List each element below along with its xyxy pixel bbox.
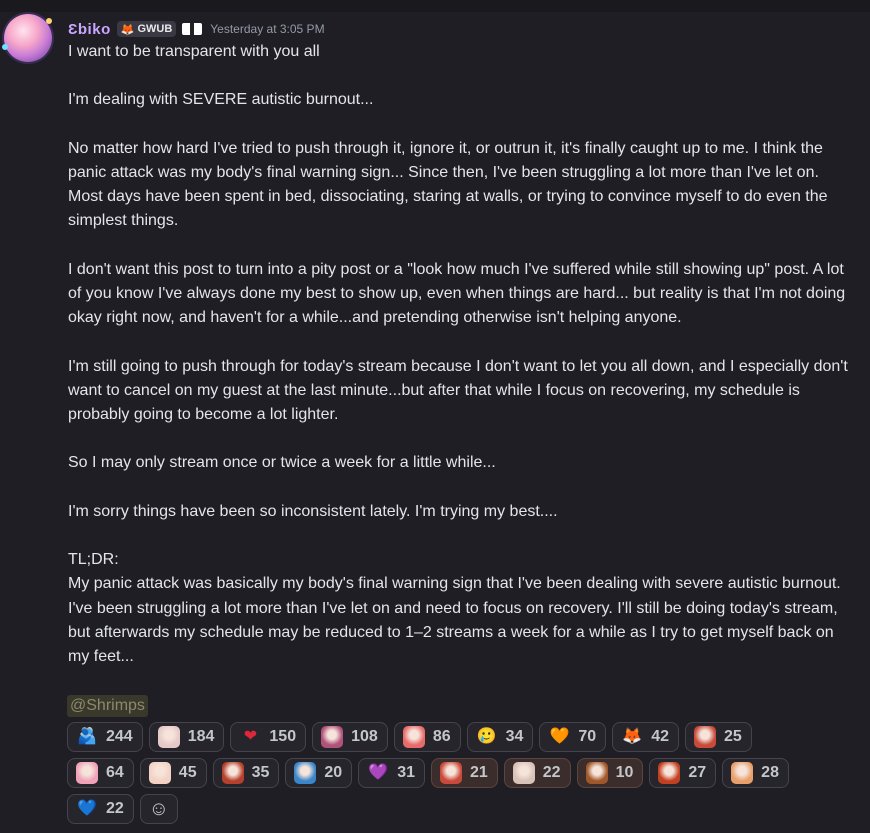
role-mention[interactable]: @Shrimps [67,695,148,717]
pink-character-emoji-icon [76,762,98,784]
reaction-button[interactable]: 45 [139,758,207,788]
reaction-button[interactable]: 25 [685,722,752,752]
crying-character-emoji-icon [694,726,716,748]
reaction-button[interactable]: 64 [67,758,134,788]
message-paragraph: I'm dealing with SEVERE autistic burnout… [68,91,374,109]
server-tag[interactable]: 🦊 GWUB [116,21,177,37]
reaction-count: 45 [178,764,197,781]
reaction-count: 28 [761,764,779,781]
reactions-row: 💙 22 ☺ [67,794,857,824]
reaction-button[interactable]: 21 [430,758,498,788]
reaction-count: 31 [397,764,415,781]
reaction-button[interactable]: 💙 22 [67,794,134,824]
add-reaction-icon: ☺ [148,798,169,820]
reactions-row: 🫂 244 184 ❤ 150 108 86 🥲 34 🧡 70 🦊 42 25 [67,722,857,752]
reaction-count: 27 [688,764,707,781]
reaction-count: 34 [505,728,524,745]
add-reaction-button[interactable]: ☺ [139,794,178,824]
reaction-count: 21 [469,764,488,781]
blue-heart-icon: 💙 [77,800,97,817]
reaction-button[interactable]: 22 [503,758,571,788]
reaction-button[interactable]: 🧡 70 [539,722,607,752]
message-header: Ɛbiko 🦊 GWUB Yesterday at 3:05 PM [68,20,325,38]
reaction-count: 35 [251,764,270,781]
reaction-button[interactable]: 💜 31 [358,758,425,788]
message-paragraph: I'm sorry things have been so inconsiste… [68,502,558,520]
message-paragraph: No matter how hard I've tried to push th… [68,139,828,230]
reaction-button[interactable]: 🦊 42 [612,722,679,752]
username[interactable]: Ɛbiko [68,21,111,38]
reaction-button[interactable]: 10 [576,758,644,788]
fox-emoji-icon: 🦊 [622,728,643,745]
top-bar [0,0,870,12]
message-paragraph: I want to be transparent with you all [68,43,320,60]
fox-icon: 🦊 [120,23,135,36]
reaction-button[interactable]: 184 [148,722,225,752]
sparkle-icon [2,44,8,50]
user-avatar[interactable] [2,14,52,62]
message-paragraph: I'm still going to push through for toda… [68,357,848,423]
hug-emoji-icon: 🫂 [77,728,97,745]
flag-badge-icon [182,23,203,35]
reaction-button[interactable]: 28 [722,758,789,788]
reaction-count: 184 [187,728,215,745]
reaction-button[interactable]: 108 [312,722,388,752]
orange-heart-icon: 🧡 [549,728,570,745]
reaction-count: 22 [106,800,124,817]
reaction-count: 22 [542,764,561,781]
message-paragraph: So I may only stream once or twice a wee… [68,454,496,472]
holding-back-tears-icon: 🥲 [476,728,497,745]
reaction-count: 70 [578,728,597,745]
heart-hug-emoji-icon [321,726,344,748]
reaction-count: 42 [651,728,669,745]
brown-character-emoji-icon [585,762,608,784]
reaction-button[interactable]: 86 [393,722,461,752]
message-paragraph: TL;DR: [68,551,119,569]
message-paragraph: I don't want this post to turn into a pi… [68,260,846,327]
anime-girl-emoji-icon [157,726,180,748]
reaction-count: 86 [432,728,451,745]
cup-emoji-icon [221,762,244,784]
reaction-count: 25 [724,728,742,745]
reactions-row: 64 45 35 20 💜 31 21 22 10 27 28 [67,758,857,788]
reactions-bar: 🫂 244 184 ❤ 150 108 86 🥲 34 🧡 70 🦊 42 25 64 45 35 20 💜 31 2… [67,722,857,830]
server-tag-text: GWUB [137,23,173,35]
cat-sad-emoji-icon [731,762,754,784]
sunrise-card-emoji-icon [294,762,317,784]
reaction-count: 150 [269,728,297,745]
reaction-button[interactable]: ❤ 150 [230,722,307,752]
reaction-count: 20 [324,764,343,781]
reaction-count: 10 [615,764,634,781]
timestamp[interactable]: Yesterday at 3:05 PM [210,22,324,36]
character-sticker-emoji-icon [512,762,535,784]
reaction-button[interactable]: 20 [285,758,353,788]
purple-heart-icon: 💜 [368,764,389,781]
cat-face-emoji-icon [402,726,425,748]
sparkle-icon [46,18,52,24]
reaction-button[interactable]: 🥲 34 [466,722,534,752]
reaction-button[interactable]: 27 [649,758,717,788]
crying-face-emoji-icon [148,762,171,784]
red-heart-icon: ❤ [243,728,258,745]
angel-fox-emoji-icon [658,762,681,784]
reaction-count: 244 [106,728,133,745]
reaction-button[interactable]: 🫂 244 [67,722,143,752]
message-content: I want to be transparent with you all I'… [68,40,858,669]
reaction-count: 108 [351,728,378,745]
reaction-count: 64 [106,764,124,781]
reaction-button[interactable]: 35 [212,758,280,788]
dots-emoji-icon [439,762,462,784]
message-paragraph: My panic attack was basically my body's … [68,575,841,665]
